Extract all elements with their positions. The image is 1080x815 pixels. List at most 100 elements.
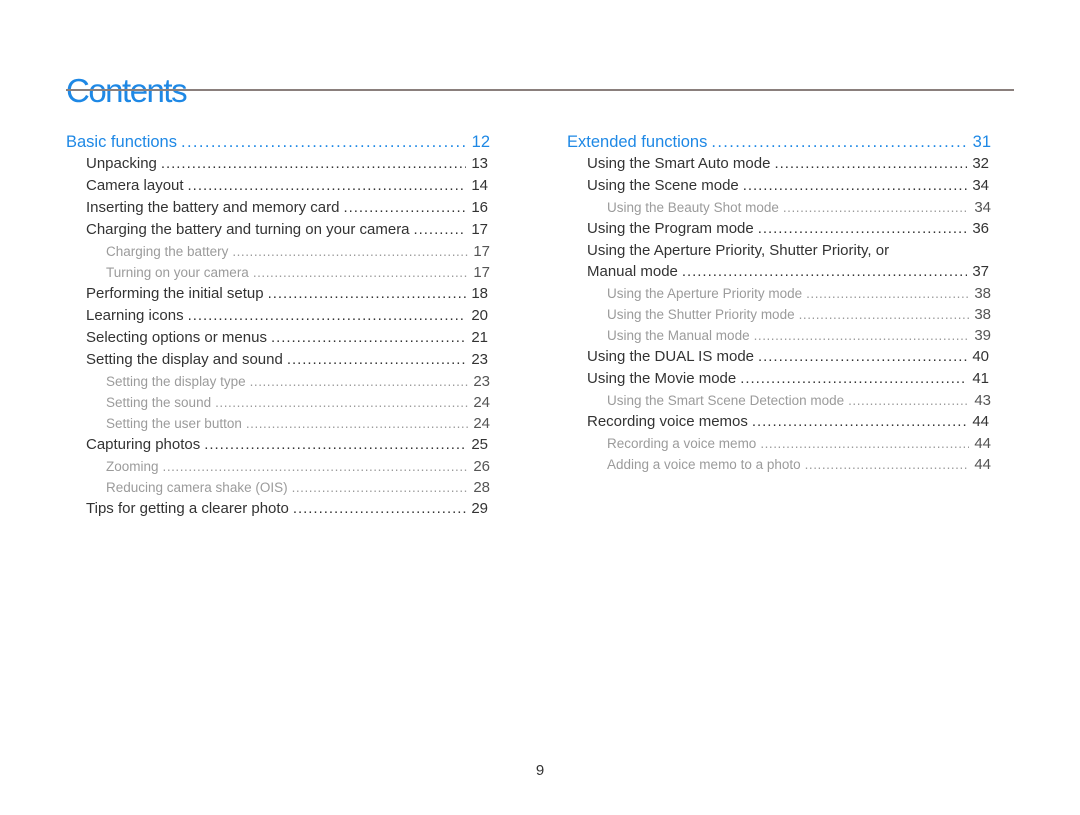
toc-entry[interactable]: Using the DUAL IS mode 40	[567, 346, 991, 368]
toc-entry[interactable]: Setting the user button 24	[66, 413, 490, 434]
toc-entry-label: Selecting options or menus	[86, 329, 267, 346]
toc-page-number: 44	[974, 435, 991, 452]
toc-entry[interactable]: Using the Movie mode 41	[567, 368, 991, 390]
toc-page-number: 28	[473, 479, 490, 496]
toc-entry-label: Capturing photos	[86, 436, 201, 453]
toc-entry-label: Performing the initial setup	[86, 285, 264, 302]
toc-entry[interactable]: Performing the initial setup 18	[66, 283, 490, 305]
dot-leader	[740, 368, 967, 390]
toc-entry[interactable]: Setting the display type 23	[66, 371, 490, 392]
dot-leader	[752, 411, 967, 433]
dot-leader	[754, 325, 969, 346]
toc-entry-label: Learning icons	[86, 307, 184, 324]
toc-page-number: 17	[473, 264, 490, 281]
toc-entry-label: Camera layout	[86, 177, 184, 194]
toc-entry[interactable]: Reducing camera shake (OIS) 28	[66, 477, 490, 498]
toc-page-number: 41	[972, 370, 989, 387]
toc-page-number: 36	[972, 220, 989, 237]
toc-entry[interactable]: Turning on your camera 17	[66, 262, 490, 283]
toc-entry[interactable]: Using the Scene mode 34	[567, 175, 991, 197]
dot-leader	[163, 456, 468, 477]
toc-entry[interactable]: Using the Smart Auto mode 32	[567, 153, 991, 175]
dot-leader	[188, 305, 466, 327]
toc-page-number: 18	[471, 285, 488, 302]
toc-entry-first-line[interactable]: Using the Aperture Priority, Shutter Pri…	[567, 240, 991, 261]
toc-entry-label: Charging the battery	[106, 244, 229, 259]
toc-entry[interactable]: Charging the battery and turning on your…	[66, 219, 490, 241]
toc-entry[interactable]: Camera layout 14	[66, 175, 490, 197]
toc-page-number: 43	[974, 392, 991, 409]
toc-entry[interactable]: Using the Shutter Priority mode 38	[567, 304, 991, 325]
toc-entry[interactable]: Recording voice memos 44	[567, 411, 991, 433]
toc-entry[interactable]: Setting the sound 24	[66, 392, 490, 413]
toc-page-number: 17	[473, 243, 490, 260]
toc-column-left: Basic functions 12 Unpacking 13 Camera lay…	[66, 131, 490, 520]
toc-page-number: 21	[471, 329, 488, 346]
toc-entry[interactable]: Recording a voice memo 44	[567, 433, 991, 454]
toc-entry-label: Tips for getting a clearer photo	[86, 500, 289, 517]
toc-page-number: 44	[974, 456, 991, 473]
toc-section-basic-functions[interactable]: Basic functions 12	[66, 131, 490, 153]
toc-entry[interactable]: Capturing photos 25	[66, 434, 490, 456]
dot-leader	[188, 175, 466, 197]
dot-leader	[783, 197, 969, 218]
dot-leader	[682, 261, 967, 283]
toc-entry-label: Using the Beauty Shot mode	[607, 200, 779, 215]
dot-leader	[760, 433, 969, 454]
toc-entry-label: Reducing camera shake (OIS)	[106, 480, 288, 495]
toc-page-number: 29	[471, 500, 488, 517]
toc-page-number: 26	[473, 458, 490, 475]
toc-entry[interactable]: Tips for getting a clearer photo 29	[66, 498, 490, 520]
toc-entry[interactable]: Zooming 26	[66, 456, 490, 477]
page-number: 9	[535, 762, 545, 779]
toc-entry-label: Recording a voice memo	[607, 436, 757, 451]
toc-entry[interactable]: Learning icons 20	[66, 305, 490, 327]
toc-entry[interactable]: Charging the battery 17	[66, 241, 490, 262]
toc-page-number: 40	[972, 348, 989, 365]
dot-leader	[806, 283, 969, 304]
toc-entry-label: Using the Scene mode	[587, 177, 739, 194]
toc-entry[interactable]: Unpacking 13	[66, 153, 490, 175]
title-divider	[66, 89, 1014, 91]
toc-entry-label: Unpacking	[86, 155, 157, 172]
toc-entry[interactable]: Using the Beauty Shot mode 34	[567, 197, 991, 218]
toc-page-number: 14	[471, 177, 488, 194]
toc-entry[interactable]: Using the Smart Scene Detection mode 43	[567, 390, 991, 411]
toc-entry[interactable]: Using the Aperture Priority mode 38	[567, 283, 991, 304]
toc-entry[interactable]: Inserting the battery and memory card 16	[66, 197, 490, 219]
toc-entry-label: Setting the display and sound	[86, 351, 283, 368]
toc-page-number: 13	[471, 155, 488, 172]
toc-page-number: 17	[471, 221, 488, 238]
toc-page-number: 37	[972, 263, 989, 280]
toc-entry[interactable]: Adding a voice memo to a photo 44	[567, 454, 991, 475]
dot-leader	[181, 131, 468, 153]
dot-leader	[758, 346, 967, 368]
toc-entry-label: Setting the user button	[106, 416, 242, 431]
toc-page-number: 39	[974, 327, 991, 344]
toc-entry-label: Using the Smart Scene Detection mode	[607, 393, 845, 408]
toc-page-number: 24	[473, 415, 490, 432]
dot-leader	[246, 413, 468, 434]
toc-page-number: 23	[473, 373, 490, 390]
toc-page-number: 44	[972, 413, 989, 430]
toc-entry[interactable]: Setting the display and sound 23	[66, 349, 490, 371]
toc-page-number: 23	[471, 351, 488, 368]
toc-page-number: 24	[473, 394, 490, 411]
toc-entry[interactable]: Manual mode 37	[567, 261, 991, 283]
toc-entry[interactable]: Selecting options or menus 21	[66, 327, 490, 349]
dot-leader	[774, 153, 967, 175]
toc-section-extended-functions[interactable]: Extended functions 31	[567, 131, 991, 153]
toc-entry-label: Using the Program mode	[587, 220, 754, 237]
toc-page-number: 25	[471, 436, 488, 453]
dot-leader	[343, 197, 466, 219]
dot-leader	[253, 262, 468, 283]
dot-leader	[232, 241, 468, 262]
toc-section-label: Extended functions	[567, 133, 708, 151]
toc-entry-label: Charging the battery and turning on your…	[86, 221, 410, 238]
dot-leader	[799, 304, 969, 325]
toc-entry[interactable]: Using the Manual mode 39	[567, 325, 991, 346]
toc-entry[interactable]: Using the Program mode 36	[567, 218, 991, 240]
toc-entry-label: Using the Movie mode	[587, 370, 737, 387]
dot-leader	[414, 219, 466, 241]
dot-leader	[271, 327, 466, 349]
